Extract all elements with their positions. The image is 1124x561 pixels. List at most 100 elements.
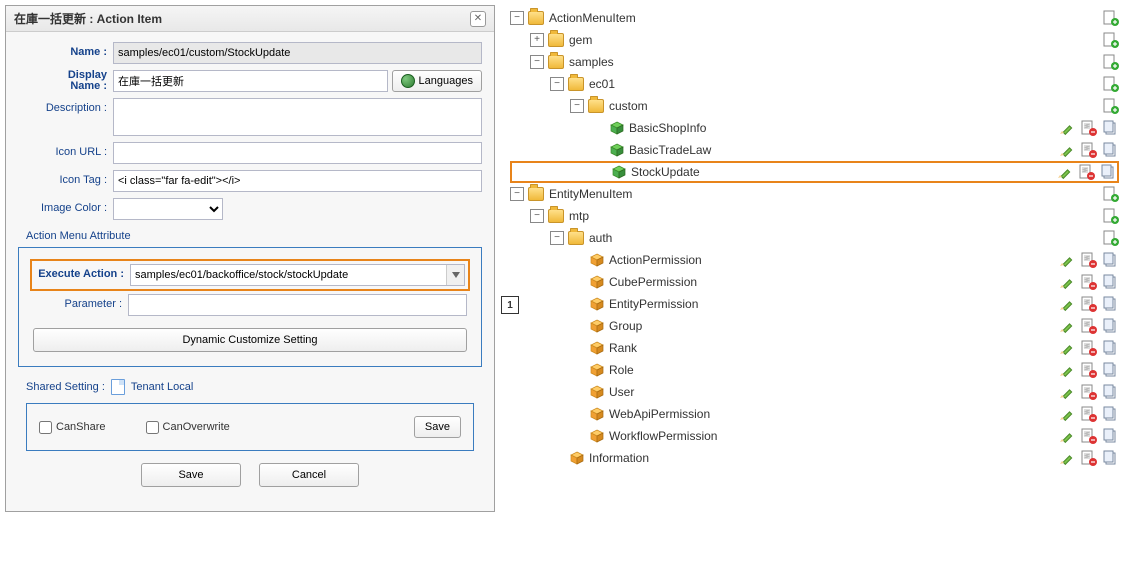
tree-leaf-cubePerm[interactable]: CubePermission bbox=[609, 271, 697, 293]
save-button[interactable]: Save bbox=[141, 463, 241, 487]
tree-node-auth[interactable]: auth bbox=[589, 227, 612, 249]
delete-icon[interactable] bbox=[1081, 318, 1097, 334]
delete-icon[interactable] bbox=[1081, 142, 1097, 158]
icon-tag-label: Icon Tag : bbox=[18, 170, 113, 186]
copy-icon[interactable] bbox=[1103, 362, 1119, 378]
delete-icon[interactable] bbox=[1081, 450, 1097, 466]
edit-icon[interactable] bbox=[1059, 142, 1075, 158]
copy-icon[interactable] bbox=[1103, 340, 1119, 356]
tree-leaf-workflowPerm[interactable]: WorkflowPermission bbox=[609, 425, 717, 447]
expand-icon[interactable]: + bbox=[530, 33, 544, 47]
tree-leaf-rank[interactable]: Rank bbox=[609, 337, 637, 359]
delete-icon[interactable] bbox=[1081, 296, 1097, 312]
delete-icon[interactable] bbox=[1081, 274, 1097, 290]
copy-icon[interactable] bbox=[1103, 384, 1119, 400]
chevron-down-icon[interactable] bbox=[446, 265, 464, 285]
collapse-icon[interactable]: − bbox=[510, 11, 524, 25]
edit-icon[interactable] bbox=[1059, 340, 1075, 356]
edit-icon[interactable] bbox=[1057, 164, 1073, 180]
cube-orange-icon bbox=[590, 407, 604, 421]
edit-icon[interactable] bbox=[1059, 274, 1075, 290]
icon-tag-input[interactable] bbox=[113, 170, 482, 192]
image-color-select[interactable] bbox=[113, 198, 223, 220]
copy-icon[interactable] bbox=[1103, 274, 1119, 290]
delete-icon[interactable] bbox=[1081, 252, 1097, 268]
tree-node-ec01[interactable]: ec01 bbox=[589, 73, 615, 95]
copy-icon[interactable] bbox=[1101, 164, 1117, 180]
collapse-icon[interactable]: − bbox=[530, 209, 544, 223]
add-icon[interactable] bbox=[1103, 76, 1119, 92]
cancel-button[interactable]: Cancel bbox=[259, 463, 359, 487]
tree-node-actionmenuitem[interactable]: ActionMenuItem bbox=[549, 7, 636, 29]
can-overwrite-checkbox[interactable]: CanOverwrite bbox=[146, 421, 230, 434]
tree-leaf-basicshopinfo[interactable]: BasicShopInfo bbox=[629, 117, 706, 139]
collapse-icon[interactable]: − bbox=[510, 187, 524, 201]
attribute-section-label: Action Menu Attribute bbox=[26, 230, 482, 242]
delete-icon[interactable] bbox=[1081, 340, 1097, 356]
add-icon[interactable] bbox=[1103, 186, 1119, 202]
name-input[interactable] bbox=[113, 42, 482, 64]
tree-node-gem[interactable]: gem bbox=[569, 29, 592, 51]
description-input[interactable] bbox=[113, 98, 482, 136]
share-save-button[interactable]: Save bbox=[414, 416, 461, 438]
edit-icon[interactable] bbox=[1059, 252, 1075, 268]
edit-icon[interactable] bbox=[1059, 428, 1075, 444]
edit-icon[interactable] bbox=[1059, 318, 1075, 334]
copy-icon[interactable] bbox=[1103, 318, 1119, 334]
copy-icon[interactable] bbox=[1103, 252, 1119, 268]
edit-icon[interactable] bbox=[1059, 362, 1075, 378]
edit-icon[interactable] bbox=[1059, 296, 1075, 312]
add-icon[interactable] bbox=[1103, 10, 1119, 26]
delete-icon[interactable] bbox=[1081, 362, 1097, 378]
close-icon[interactable]: ✕ bbox=[470, 11, 486, 27]
edit-icon[interactable] bbox=[1059, 406, 1075, 422]
add-icon[interactable] bbox=[1103, 98, 1119, 114]
tree-node-entitymenuitem[interactable]: EntityMenuItem bbox=[549, 183, 632, 205]
edit-icon[interactable] bbox=[1059, 120, 1075, 136]
icon-url-input[interactable] bbox=[113, 142, 482, 164]
cube-green-icon bbox=[612, 165, 626, 179]
tree-leaf-actionPerm[interactable]: ActionPermission bbox=[609, 249, 702, 271]
add-icon[interactable] bbox=[1103, 32, 1119, 48]
tree-leaf-entityPerm[interactable]: EntityPermission bbox=[609, 293, 698, 315]
display-name-input[interactable] bbox=[113, 70, 388, 92]
cube-orange-icon bbox=[590, 297, 604, 311]
edit-icon[interactable] bbox=[1059, 384, 1075, 400]
delete-icon[interactable] bbox=[1081, 120, 1097, 136]
execute-action-combo[interactable] bbox=[130, 264, 465, 286]
delete-icon[interactable] bbox=[1081, 384, 1097, 400]
tree-node-mtp[interactable]: mtp bbox=[569, 205, 589, 227]
collapse-icon[interactable]: − bbox=[550, 231, 564, 245]
collapse-icon[interactable]: − bbox=[570, 99, 584, 113]
tree-leaf-stockupdate[interactable]: StockUpdate bbox=[631, 161, 700, 183]
copy-icon[interactable] bbox=[1103, 296, 1119, 312]
collapse-icon[interactable]: − bbox=[550, 77, 564, 91]
delete-icon[interactable] bbox=[1081, 406, 1097, 422]
copy-icon[interactable] bbox=[1103, 450, 1119, 466]
collapse-icon[interactable]: − bbox=[530, 55, 544, 69]
add-icon[interactable] bbox=[1103, 230, 1119, 246]
edit-icon[interactable] bbox=[1059, 450, 1075, 466]
languages-button[interactable]: Languages bbox=[392, 70, 482, 92]
tree-node-custom[interactable]: custom bbox=[609, 95, 648, 117]
delete-icon[interactable] bbox=[1079, 164, 1095, 180]
tree-leaf-group[interactable]: Group bbox=[609, 315, 642, 337]
add-icon[interactable] bbox=[1103, 208, 1119, 224]
dynamic-customize-button[interactable]: Dynamic Customize Setting bbox=[33, 328, 467, 352]
can-share-checkbox[interactable]: CanShare bbox=[39, 421, 106, 434]
parameter-input[interactable] bbox=[128, 294, 467, 316]
delete-icon[interactable] bbox=[1081, 428, 1097, 444]
copy-icon[interactable] bbox=[1103, 142, 1119, 158]
tree-leaf-basictradelaw[interactable]: BasicTradeLaw bbox=[629, 139, 711, 161]
tree-leaf-user[interactable]: User bbox=[609, 381, 634, 403]
copy-icon[interactable] bbox=[1103, 120, 1119, 136]
copy-icon[interactable] bbox=[1103, 406, 1119, 422]
execute-action-input[interactable] bbox=[131, 265, 446, 285]
tree-leaf-role[interactable]: Role bbox=[609, 359, 634, 381]
copy-icon[interactable] bbox=[1103, 428, 1119, 444]
tree-leaf-webApiPerm[interactable]: WebApiPermission bbox=[609, 403, 710, 425]
add-icon[interactable] bbox=[1103, 54, 1119, 70]
tree-leaf-information[interactable]: Information bbox=[589, 447, 649, 469]
cube-orange-icon bbox=[590, 429, 604, 443]
tree-node-samples[interactable]: samples bbox=[569, 51, 614, 73]
